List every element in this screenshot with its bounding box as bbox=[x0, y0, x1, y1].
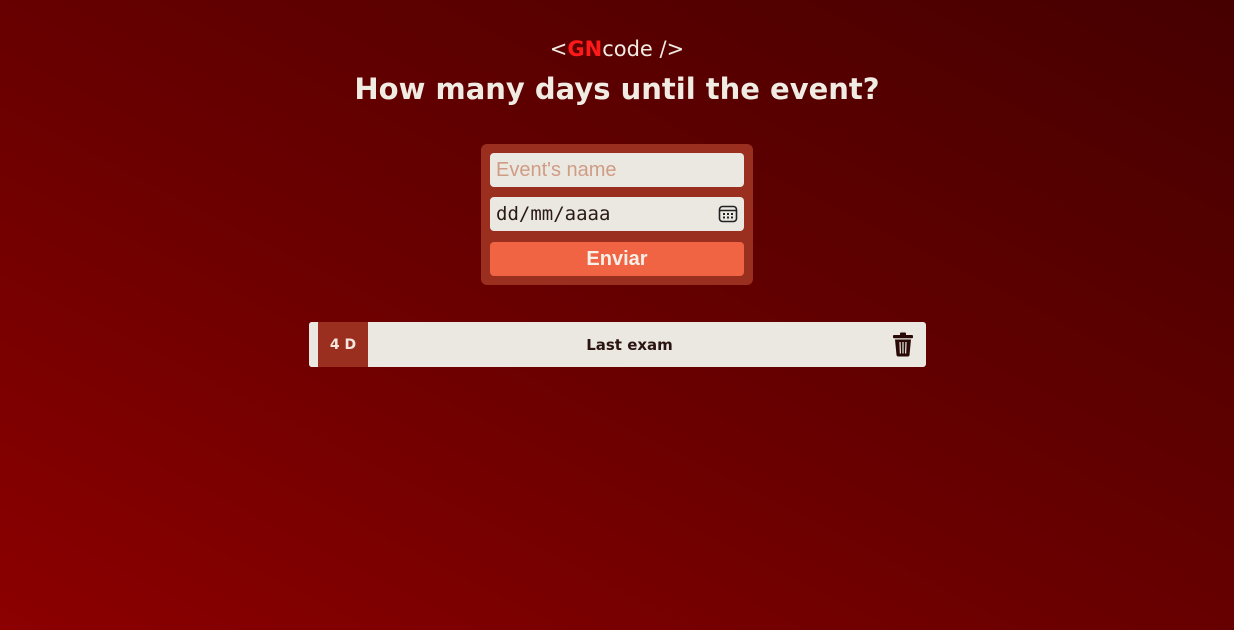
logo-open-bracket: < bbox=[549, 37, 568, 61]
logo: <GNcode /> bbox=[0, 37, 1234, 61]
event-row-edge bbox=[309, 322, 318, 367]
event-name: Last exam bbox=[586, 335, 673, 354]
calendar-icon[interactable] bbox=[718, 204, 738, 224]
event-date-input[interactable]: dd/mm/aaaa bbox=[490, 197, 744, 231]
trash-icon[interactable] bbox=[891, 332, 915, 358]
page-title: How many days until the event? bbox=[354, 72, 880, 106]
submit-button[interactable]: Enviar bbox=[490, 242, 744, 276]
event-form: dd/mm/aaaa Enviar bbox=[481, 144, 753, 285]
logo-suffix: code /> bbox=[602, 37, 685, 61]
event-list-item: 4 D Last exam bbox=[309, 322, 926, 367]
days-remaining-badge: 4 D bbox=[318, 322, 368, 367]
event-name-input[interactable] bbox=[490, 153, 744, 187]
logo-brand: GN bbox=[567, 37, 603, 61]
date-placeholder: dd/mm/aaaa bbox=[496, 203, 611, 225]
